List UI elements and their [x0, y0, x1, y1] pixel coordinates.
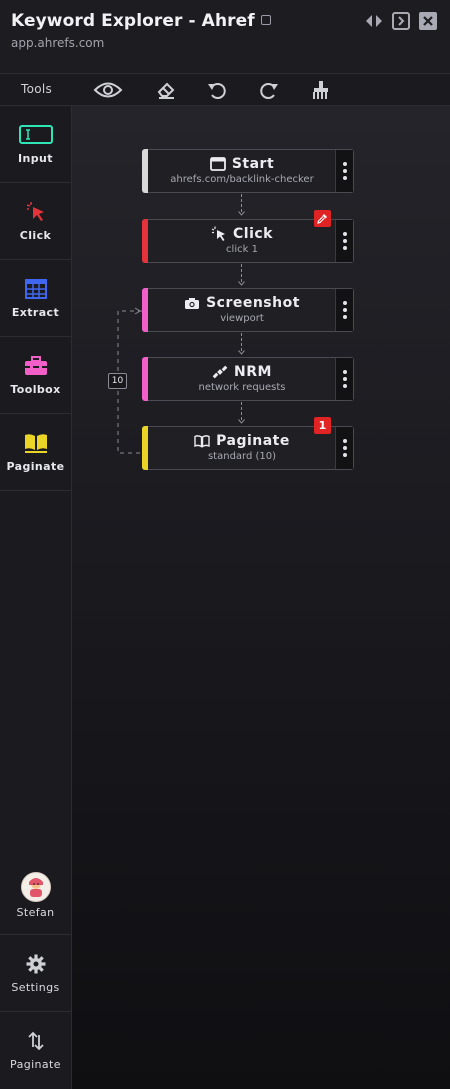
flow-node-paginate[interactable]: Paginate standard (10) 1	[142, 417, 354, 470]
node-subtitle: standard (10)	[207, 451, 277, 462]
panel-collapse-icon[interactable]	[391, 11, 411, 31]
node-body[interactable]: Paginate standard (10)	[148, 427, 336, 469]
sidebar-item-user[interactable]: Stefan	[0, 858, 71, 935]
avatar-image	[28, 878, 43, 897]
node-subtitle: viewport	[220, 313, 264, 324]
node-title: Screenshot	[206, 295, 300, 311]
flow-node-start[interactable]: Start ahrefs.com/backlink-checker	[142, 149, 354, 193]
sidebar-item-extract[interactable]: Extract	[0, 260, 71, 337]
node-body[interactable]: Click click 1	[148, 220, 336, 262]
page-title-text: Keyword Explorer - Ahref	[11, 11, 255, 31]
browser-icon	[209, 157, 226, 171]
node-title: Click	[233, 226, 273, 242]
connector	[241, 194, 242, 212]
node-subtitle: click 1	[226, 244, 258, 255]
flow-node-click[interactable]: Click click 1	[142, 210, 354, 263]
avatar	[20, 872, 51, 902]
sidebar-item-settings[interactable]: Settings	[0, 935, 71, 1012]
eye-icon[interactable]	[93, 78, 123, 102]
connector	[241, 333, 242, 351]
page-url: app.ahrefs.com	[11, 36, 105, 50]
pointer-icon	[211, 226, 225, 241]
node-body[interactable]: Start ahrefs.com/backlink-checker	[148, 150, 336, 192]
connector	[241, 264, 242, 282]
redo-icon[interactable]	[255, 78, 283, 102]
arrow-down-icon	[238, 350, 245, 355]
loop-count-badge[interactable]: 10	[108, 373, 127, 389]
node-subtitle: network requests	[198, 382, 286, 393]
gear-icon	[26, 953, 46, 975]
node-title: Start	[231, 156, 275, 172]
node-body[interactable]: NRM network requests	[148, 358, 336, 400]
node-menu-button[interactable]	[335, 289, 353, 331]
sidebar-item-label: Toolbox	[10, 383, 61, 396]
node-menu-button[interactable]	[335, 358, 353, 400]
sidebar-item-paginate-sort[interactable]: Paginate	[0, 1012, 71, 1089]
connector	[241, 402, 242, 420]
camera-icon	[185, 297, 200, 309]
resize-arrows-icon[interactable]	[364, 11, 384, 31]
input-icon	[18, 124, 53, 146]
node-menu-button[interactable]	[335, 220, 353, 262]
external-link-icon[interactable]	[260, 15, 271, 25]
notification-badge[interactable]: 1	[314, 417, 331, 434]
node-menu-button[interactable]	[335, 150, 353, 192]
sidebar-item-toolbox[interactable]: Toolbox	[0, 337, 71, 414]
node-title: NRM	[234, 364, 272, 380]
node-title: Paginate	[216, 433, 290, 449]
node-subtitle: ahrefs.com/backlink-checker	[170, 174, 314, 185]
node-body[interactable]: Screenshot viewport	[148, 289, 336, 331]
arrow-down-icon	[238, 419, 245, 424]
sidebar-item-label: Extract	[11, 306, 60, 319]
user-name: Stefan	[16, 906, 55, 919]
sidebar-item-input[interactable]: Input	[0, 106, 71, 183]
book-icon	[194, 434, 210, 448]
sort-arrows-icon	[27, 1030, 44, 1052]
paginate-label: Paginate	[10, 1058, 61, 1071]
book-icon	[24, 432, 48, 454]
table-icon	[24, 278, 47, 300]
tools-bar: Tools	[0, 74, 450, 106]
pointer-icon	[25, 201, 47, 223]
arrow-down-icon	[238, 281, 245, 286]
arrow-down-icon	[238, 211, 245, 216]
close-icon[interactable]	[418, 11, 438, 31]
satellite-icon	[212, 365, 228, 379]
eyedropper-icon[interactable]	[314, 210, 331, 227]
flow-node-nrm[interactable]: NRM network requests	[142, 357, 354, 401]
sidebar-item-paginate[interactable]: Paginate	[0, 414, 71, 491]
undo-icon[interactable]	[203, 78, 231, 102]
node-menu-button[interactable]	[335, 427, 353, 469]
window-header: Keyword Explorer - Ahref app.ahrefs.com	[0, 0, 450, 74]
broom-icon[interactable]	[307, 78, 335, 102]
sidebar-item-label: Click	[19, 229, 52, 242]
page-title: Keyword Explorer - Ahref	[11, 11, 271, 31]
sidebar: Input Click Extract Toolbox Paginate Ste…	[0, 106, 72, 1089]
settings-label: Settings	[11, 981, 60, 994]
toolbox-icon	[24, 355, 48, 377]
sidebar-item-label: Paginate	[6, 460, 65, 473]
sidebar-item-click[interactable]: Click	[0, 183, 71, 260]
flow-node-screenshot[interactable]: Screenshot viewport	[142, 288, 354, 332]
tools-label: Tools	[21, 82, 53, 96]
eraser-icon[interactable]	[152, 78, 180, 102]
sidebar-item-label: Input	[18, 152, 53, 165]
